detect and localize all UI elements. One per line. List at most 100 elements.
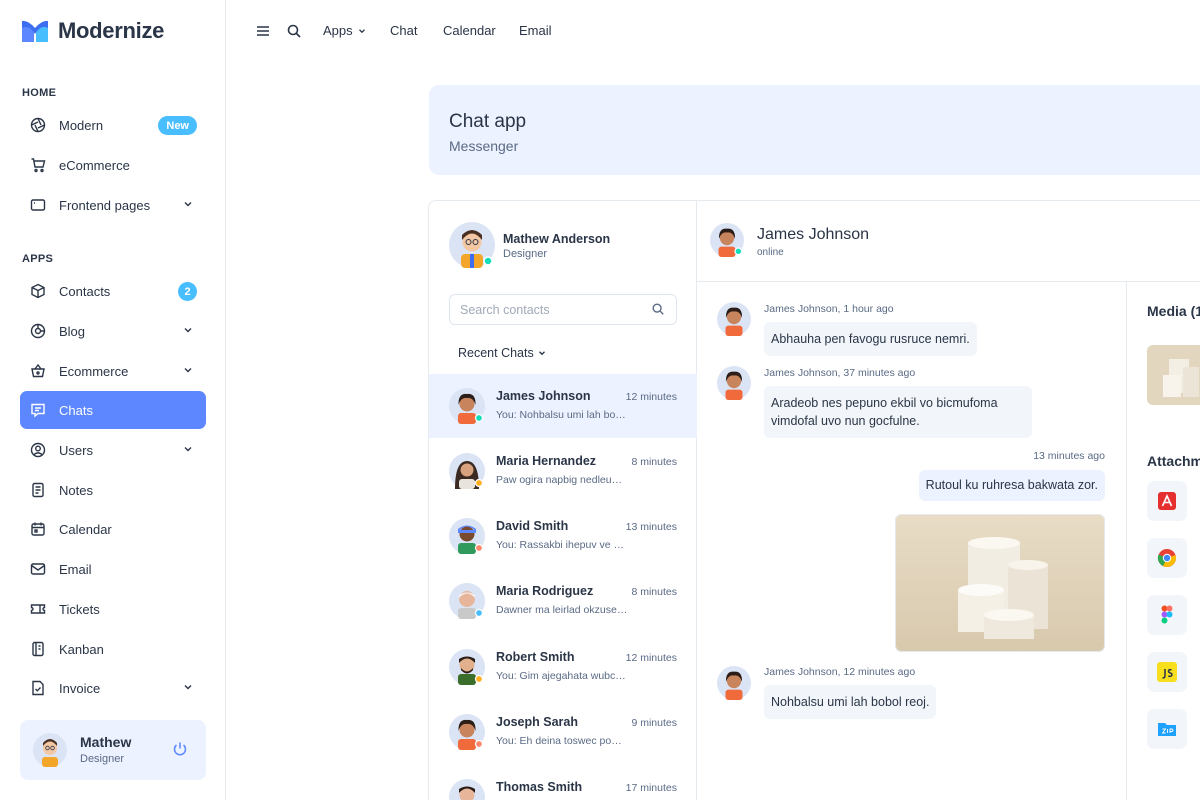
brand[interactable]: Modernize <box>20 17 164 45</box>
attachment-zip[interactable] <box>1147 709 1187 749</box>
sidebar-item-email[interactable]: Email <box>20 550 206 588</box>
contact-item[interactable]: Joseph Sarah You: Eh deina toswec powum … <box>429 700 697 764</box>
sidebar-item-invoice[interactable]: Invoice <box>20 669 206 707</box>
message-meta: James Johnson, 12 minutes ago <box>764 666 916 678</box>
avatar <box>449 453 485 489</box>
media-thumbnail[interactable] <box>1147 345 1200 405</box>
search-icon[interactable] <box>286 23 302 39</box>
page-title: Chat app <box>449 111 527 132</box>
contact-name: James Johnson <box>496 389 591 403</box>
avatar <box>449 779 485 800</box>
contact-last-message: You: Eh deina toswec powum luro. <box>496 735 629 747</box>
sidebar-item-label: Frontend pages <box>59 197 151 213</box>
sidebar-profile-card: Mathew Designer <box>20 720 206 780</box>
sidebar-item-label: Tickets <box>59 601 100 617</box>
sidebar-item-users[interactable]: Users <box>20 431 206 469</box>
message-bubble: Aradeob nes pepuno ekbil vo bicmufoma vi… <box>764 386 1032 438</box>
avatar <box>33 733 67 767</box>
attachment-js[interactable] <box>1147 652 1187 692</box>
sidebar-item-label: Blog <box>59 323 86 339</box>
avatar <box>449 714 485 750</box>
recent-chats-dropdown[interactable]: Recent Chats <box>458 346 547 360</box>
sidebar-item-label: Notes <box>59 482 93 498</box>
contact-time: 12 minutes <box>625 391 677 403</box>
aperture-icon <box>30 117 46 133</box>
contact-time: 17 minutes <box>625 782 677 794</box>
topbar-apps-link[interactable]: Apps <box>323 23 367 38</box>
sidebar-item-modern[interactable]: Modern New <box>20 106 206 144</box>
sidebar-item-label: Ecommerce <box>59 363 129 379</box>
avatar <box>449 583 485 619</box>
contact-item[interactable]: Maria Hernandez Paw ogira napbig nedleum… <box>429 439 697 503</box>
contact-name: Maria Hernandez <box>496 454 597 468</box>
message-meta: 13 minutes ago <box>1033 450 1105 462</box>
sidebar-item-blog[interactable]: Blog <box>20 312 206 350</box>
sidebar-item-label: Kanban <box>59 641 104 657</box>
sidebar-item-label: Email <box>59 561 92 577</box>
window-icon <box>30 197 46 213</box>
topbar-calendar-link[interactable]: Calendar <box>443 23 496 38</box>
attachment-pdf[interactable] <box>1147 481 1187 521</box>
media-panel: Media (1 Attachm <box>1127 282 1200 800</box>
media-heading: Media (1 <box>1147 303 1200 319</box>
contact-name: Thomas Smith <box>496 780 583 794</box>
sidebar-item-notes[interactable]: Notes <box>20 471 206 509</box>
notebook-icon <box>30 641 46 657</box>
conversation-contact-name: James Johnson <box>757 226 870 243</box>
adobe-pdf-icon <box>1158 492 1176 510</box>
chevron-down-icon <box>184 368 192 373</box>
avatar <box>717 366 751 400</box>
chevron-down-icon <box>538 351 545 356</box>
avatar <box>449 518 485 554</box>
topbar-email-link[interactable]: Email <box>519 23 552 38</box>
contact-time: 9 minutes <box>631 717 677 729</box>
avatar <box>449 388 485 424</box>
contact-last-message: You: Nohbalsu umi lah bobol reoj. <box>496 409 629 421</box>
zip-folder-icon <box>1158 723 1176 736</box>
contact-item[interactable]: Maria Rodriguez Dawner ma leirlad okzuse… <box>429 569 697 633</box>
image-message[interactable] <box>895 514 1105 652</box>
contacts-panel: Mathew Anderson Designer Recent Chats Ja… <box>429 201 697 800</box>
chevron-down-icon <box>184 447 192 452</box>
contact-last-message: You: Rassakbi ihepuv ve dimbo nu. <box>496 539 629 551</box>
section-home: HOME <box>22 87 57 99</box>
message-bubble: Nohbalsu umi lah bobol reoj. <box>764 685 937 719</box>
contact-last-message: Paw ogira napbig nedleum ukbob. <box>496 474 629 486</box>
box-icon <box>30 283 46 299</box>
contact-item[interactable]: James Johnson You: Nohbalsu umi lah bobo… <box>429 374 697 438</box>
topbar: Apps Chat Calendar Email <box>227 0 1200 62</box>
chevron-down-icon <box>184 328 192 333</box>
contact-item[interactable]: Thomas Smith 17 minutes <box>429 765 697 800</box>
conversation-header: James Johnson online <box>697 201 1200 282</box>
ticket-icon <box>30 601 46 617</box>
sidebar-item-chats[interactable]: Chats <box>20 391 206 429</box>
contact-item[interactable]: David Smith You: Rassakbi ihepuv ve dimb… <box>429 504 697 568</box>
search-contacts-input[interactable] <box>449 294 677 325</box>
sidebar-item-kanban[interactable]: Kanban <box>20 630 206 668</box>
topbar-link-label: Apps <box>323 23 353 38</box>
sidebar-item-label: Invoice <box>59 680 101 696</box>
sidebar-item-contacts[interactable]: Contacts 2 <box>20 272 206 310</box>
avatar <box>717 302 751 336</box>
sidebar-item-ecommerce-app[interactable]: Ecommerce <box>20 352 206 390</box>
conversation-panel: James Johnson online James Johnson, 1 ho… <box>697 201 1200 800</box>
topbar-chat-link[interactable]: Chat <box>390 23 417 38</box>
attachment-figma[interactable] <box>1147 595 1187 635</box>
sidebar-item-calendar[interactable]: Calendar <box>20 510 206 548</box>
contact-time: 13 minutes <box>625 521 677 533</box>
sidebar-item-label: Calendar <box>59 521 112 537</box>
page-subtitle: Messenger <box>449 138 519 154</box>
contact-item[interactable]: Robert Smith You: Gim ajegahata wubcofe … <box>429 635 697 699</box>
sidebar-item-frontend-pages[interactable]: Frontend pages <box>20 186 206 224</box>
power-icon[interactable] <box>172 741 188 757</box>
attachment-chrome[interactable] <box>1147 538 1187 578</box>
avatar <box>710 223 744 257</box>
chat-card: Mathew Anderson Designer Recent Chats Ja… <box>428 200 1200 800</box>
contact-name: David Smith <box>496 519 569 533</box>
menu-icon[interactable] <box>255 23 271 39</box>
sidebar-item-ecommerce[interactable]: eCommerce <box>20 146 206 184</box>
count-badge: 2 <box>178 282 197 301</box>
contact-name: Robert Smith <box>496 650 575 664</box>
contact-last-message: You: Gim ajegahata wubcofe sumo. <box>496 670 629 682</box>
sidebar-item-tickets[interactable]: Tickets <box>20 590 206 628</box>
